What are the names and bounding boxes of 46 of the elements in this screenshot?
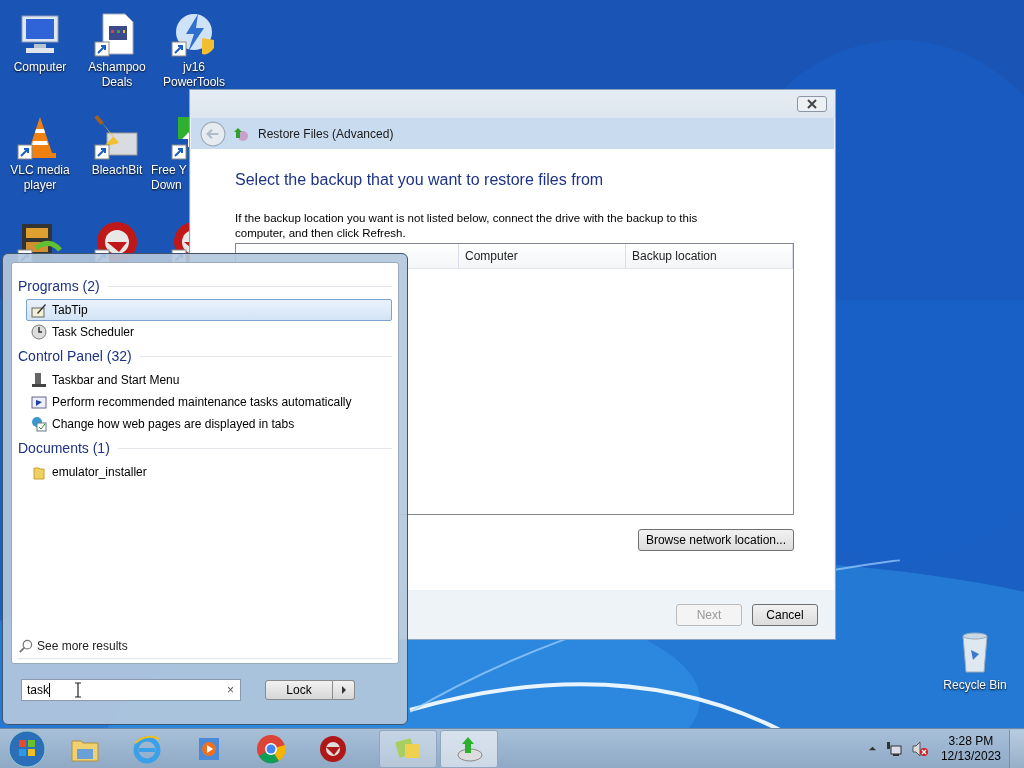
search-text: task xyxy=(27,683,49,697)
text-cursor-icon xyxy=(74,682,82,698)
description-text: If the backup location you want is not listed below, connect the drive with the backup to this computer, and then click Refresh. xyxy=(235,211,699,241)
column-header[interactable]: Computer xyxy=(459,244,626,268)
desktop-icon-label[interactable]: VLC media xyxy=(10,163,70,178)
pen-icon xyxy=(31,302,47,318)
desktop-icon-label[interactable]: PowerTools xyxy=(163,75,225,90)
clock-icon xyxy=(31,324,47,340)
search-result[interactable]: TabTip xyxy=(26,299,392,321)
folder-icon xyxy=(31,464,47,480)
desktop-icon-label[interactable]: player xyxy=(23,178,57,193)
clock-time[interactable]: 3:28 PM xyxy=(948,733,994,749)
close-button[interactable] xyxy=(797,96,827,112)
broom-icon[interactable] xyxy=(93,113,141,161)
browse-button[interactable]: Browse network location... xyxy=(637,529,794,551)
lock-button[interactable]: Lock xyxy=(265,680,333,700)
see-more-results-link[interactable]: See more results xyxy=(37,639,128,653)
show-hidden-icons-icon[interactable] xyxy=(867,744,877,753)
search-field[interactable]: task × xyxy=(21,679,241,701)
start-button[interactable] xyxy=(7,728,47,768)
window-title: Restore Files (Advanced) xyxy=(258,126,394,141)
search-icon xyxy=(18,638,33,654)
desktop-icon-label[interactable]: Down xyxy=(151,178,182,193)
clock-date[interactable]: 12/13/2023 xyxy=(940,748,1001,764)
desktop-icon-label[interactable]: jv16 xyxy=(183,60,205,75)
desktop-icon-label[interactable]: Ashampoo xyxy=(88,60,146,75)
desktop-icon-label[interactable]: Deals xyxy=(101,75,133,90)
desktop-icon-label[interactable]: BleachBit xyxy=(91,163,143,178)
group-heading: Programs (2) xyxy=(18,278,100,294)
triangle-right-icon xyxy=(340,686,347,694)
power-options-button[interactable] xyxy=(333,680,355,700)
column-header[interactable]: Backup location xyxy=(626,244,793,268)
close-icon xyxy=(806,99,818,109)
network-icon[interactable] xyxy=(884,739,903,758)
globe-check-icon xyxy=(31,416,47,432)
muted-speaker-icon[interactable] xyxy=(910,739,929,758)
chrome-icon[interactable] xyxy=(255,732,287,765)
taskbar-icon xyxy=(31,372,47,388)
desktop-icon-label[interactable]: Free Y xyxy=(151,163,187,178)
group-heading: Documents (1) xyxy=(18,440,110,456)
desktop-icon-label[interactable]: Recycle Bin xyxy=(943,678,1007,693)
clear-button[interactable]: × xyxy=(227,683,234,697)
group-heading: Control Panel (32) xyxy=(18,348,132,364)
desktop-icon-label[interactable]: Computer xyxy=(13,60,67,75)
page-heading: Select the backup that you want to restore files from xyxy=(235,171,605,189)
cancel-button[interactable]: Cancel xyxy=(752,603,818,626)
